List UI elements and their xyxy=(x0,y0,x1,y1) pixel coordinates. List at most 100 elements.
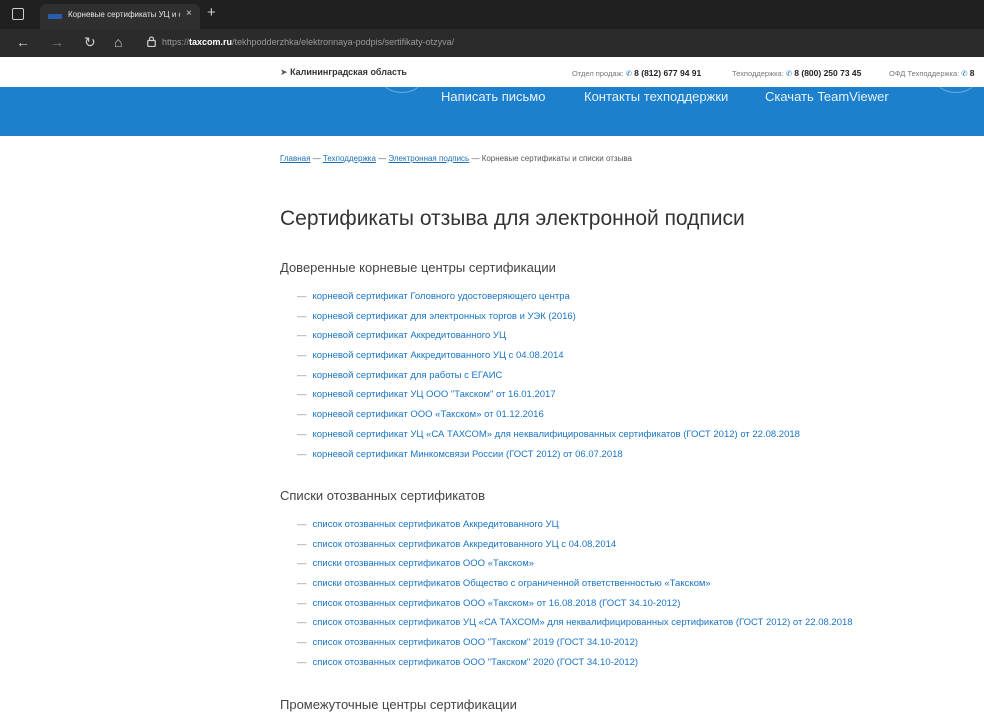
breadcrumb-support[interactable]: Техподдержка xyxy=(323,154,376,163)
write-letter-link[interactable]: Написать письмо xyxy=(441,89,545,104)
phone-icon: ✆ xyxy=(961,69,968,78)
phone-icon: ✆ xyxy=(625,69,633,78)
list-item: — списки отозванных сертификатов ООО «Так… xyxy=(297,557,853,577)
section-heading-intermediate-ca: Промежуточные центры сертификации xyxy=(280,697,517,712)
list-dash: — xyxy=(297,637,307,649)
revocation-list-link[interactable]: список отозванных сертификатов ООО «Такс… xyxy=(313,598,681,609)
list-item: — корневой сертификат УЦ ООО "Такском" от… xyxy=(297,388,800,408)
decorative-circle xyxy=(382,87,422,93)
ofd-contact: ОФД Техподдержка: ✆ 8 xyxy=(889,68,974,78)
breadcrumb-separator: — xyxy=(310,154,323,163)
lock-icon[interactable] xyxy=(147,36,156,47)
list-dash: — xyxy=(297,538,307,550)
support-phone[interactable]: 8 (800) 250 73 45 xyxy=(794,68,861,78)
certificate-link[interactable]: корневой сертификат для работы с ЕГАИС xyxy=(313,370,503,381)
list-item: — список отозванных сертификатов ООО "Так… xyxy=(297,636,853,656)
sales-contact: Отдел продаж: ✆ 8 (812) 677 94 91 xyxy=(572,68,701,78)
forward-arrow-icon[interactable]: → xyxy=(50,34,64,50)
list-item: — корневой сертификат для работы с ЕГАИС xyxy=(297,369,800,389)
address-bar[interactable]: https://taxcom.ru/tekhpodderzhka/elektro… xyxy=(162,37,454,47)
sales-phone[interactable]: 8 (812) 677 94 91 xyxy=(634,68,701,78)
list-dash: — xyxy=(297,409,307,421)
close-tab-icon[interactable]: × xyxy=(186,8,192,19)
list-item: — список отозванных сертификатов УЦ «СА Т… xyxy=(297,616,853,636)
section-heading-trusted-root-ca: Доверенные корневые центры сертификации xyxy=(280,260,556,275)
breadcrumb-current: Корневые сертификаты и списки отзыва xyxy=(481,154,632,163)
list-dash: — xyxy=(297,389,307,401)
list-dash: — xyxy=(297,448,307,460)
breadcrumb: Главная — Техподдержка — Электронная под… xyxy=(280,154,632,163)
list-dash: — xyxy=(297,597,307,609)
breadcrumb-home[interactable]: Главная xyxy=(280,154,310,163)
breadcrumb-e-signature[interactable]: Электронная подпись xyxy=(388,154,469,163)
url-domain: taxcom.ru xyxy=(189,37,233,47)
certificate-link[interactable]: корневой сертификат УЦ «СА ТАХСОМ» для н… xyxy=(313,429,800,440)
list-dash: — xyxy=(297,519,307,530)
revocation-list-link[interactable]: список отозванных сертификатов Аккредито… xyxy=(313,539,617,550)
revocation-list-link[interactable]: список отозванных сертификатов УЦ «СА ТА… xyxy=(313,617,853,628)
list-dash: — xyxy=(297,656,307,668)
revocation-list-link[interactable]: списки отозванных сертификатов ООО «Такс… xyxy=(313,558,535,569)
new-tab-button[interactable]: + xyxy=(207,4,216,21)
list-item: — корневой сертификат ООО «Такском» от 01… xyxy=(297,408,800,428)
list-item: — корневой сертификат для электронных тор… xyxy=(297,310,800,330)
site-favicon-icon xyxy=(48,14,62,19)
support-contacts-link[interactable]: Контакты техподдержки xyxy=(584,89,728,104)
revocation-list-link[interactable]: список отозванных сертификатов Аккредито… xyxy=(313,519,559,530)
location-arrow-icon: ➤ xyxy=(280,67,288,77)
reload-icon[interactable]: ↻ xyxy=(84,34,96,51)
list-item: — список отозванных сертификатов Аккредит… xyxy=(297,518,853,538)
list-item: — список отозванных сертификатов Аккредит… xyxy=(297,538,853,558)
breadcrumb-separator: — xyxy=(375,154,389,163)
list-item: — корневой сертификат Минкомсвязи России … xyxy=(297,448,800,468)
list-item: — корневой сертификат УЦ «СА ТАХСОМ» для … xyxy=(297,428,800,448)
page-title: Сертификаты отзыва для электронной подпи… xyxy=(280,207,745,230)
list-dash: — xyxy=(297,369,307,381)
certificate-link[interactable]: корневой сертификат УЦ ООО "Такском" от … xyxy=(313,389,556,400)
revocation-list-link[interactable]: списки отозванных сертификатов Общество … xyxy=(313,578,711,589)
revocation-lists-list: — список отозванных сертификатов Аккредит… xyxy=(297,518,853,676)
list-item: — списки отозванных сертификатов Общество… xyxy=(297,577,853,597)
certificate-link[interactable]: корневой сертификат Аккредитованного УЦ xyxy=(313,330,506,341)
browser-tab[interactable]: Корневые сертификаты УЦ и с × xyxy=(40,4,200,29)
home-icon[interactable]: ⌂ xyxy=(114,34,122,50)
list-dash: — xyxy=(297,428,307,440)
ofd-phone[interactable]: 8 xyxy=(970,68,975,78)
support-label: Техподдержка: xyxy=(732,69,784,78)
list-item: — список отозванных сертификатов ООО «Так… xyxy=(297,597,853,617)
revocation-list-link[interactable]: список отозванных сертификатов ООО "Такс… xyxy=(313,657,639,668)
certificate-link[interactable]: корневой сертификат ООО «Такском» от 01.… xyxy=(313,409,544,420)
site-info-bar: ➤ Калининградская область Отдел продаж: … xyxy=(0,57,984,87)
certificate-link[interactable]: корневой сертификат Аккредитованного УЦ … xyxy=(313,350,564,361)
support-contact: Техподдержка: ✆ 8 (800) 250 73 45 xyxy=(732,68,861,78)
region-label: Калининградская область xyxy=(290,67,407,77)
section-heading-revocation-lists: Списки отозванных сертификатов xyxy=(280,488,486,503)
revocation-list-link[interactable]: список отозванных сертификатов ООО "Такс… xyxy=(313,637,639,648)
list-item: — корневой сертификат Головного удостовер… xyxy=(297,290,800,310)
sales-label: Отдел продаж: xyxy=(572,69,624,78)
list-item: — корневой сертификат Аккредитованного УЦ xyxy=(297,329,800,349)
tab-title: Корневые сертификаты УЦ и с xyxy=(68,10,180,19)
breadcrumb-separator: — xyxy=(469,154,482,163)
list-item: — список отозванных сертификатов ООО "Так… xyxy=(297,656,853,676)
url-prefix: https:// xyxy=(162,37,190,47)
list-dash: — xyxy=(297,617,307,629)
phone-icon: ✆ xyxy=(785,69,793,78)
ofd-label: ОФД Техподдержка: xyxy=(889,69,960,78)
tab-actions-icon[interactable] xyxy=(12,8,24,20)
list-dash: — xyxy=(297,558,307,570)
browser-tab-bar: Корневые сертификаты УЦ и с × + xyxy=(0,0,984,29)
back-arrow-icon[interactable]: ← xyxy=(16,34,30,50)
decorative-circle xyxy=(936,87,976,93)
list-dash: — xyxy=(297,350,307,362)
region-selector[interactable]: ➤ Калининградская область xyxy=(280,67,407,78)
list-dash: — xyxy=(297,578,307,590)
certificate-link[interactable]: корневой сертификат для электронных торг… xyxy=(313,311,576,322)
list-dash: — xyxy=(297,330,307,342)
certificate-link[interactable]: корневой сертификат Минкомсвязи России (… xyxy=(313,449,623,460)
list-item: — корневой сертификат Аккредитованного УЦ… xyxy=(297,349,800,369)
root-certificates-list: — корневой сертификат Головного удостовер… xyxy=(297,290,800,467)
certificate-link[interactable]: корневой сертификат Головного удостоверя… xyxy=(313,291,570,302)
list-dash: — xyxy=(297,291,307,302)
download-teamviewer-link[interactable]: Скачать TeamViewer xyxy=(765,89,889,104)
